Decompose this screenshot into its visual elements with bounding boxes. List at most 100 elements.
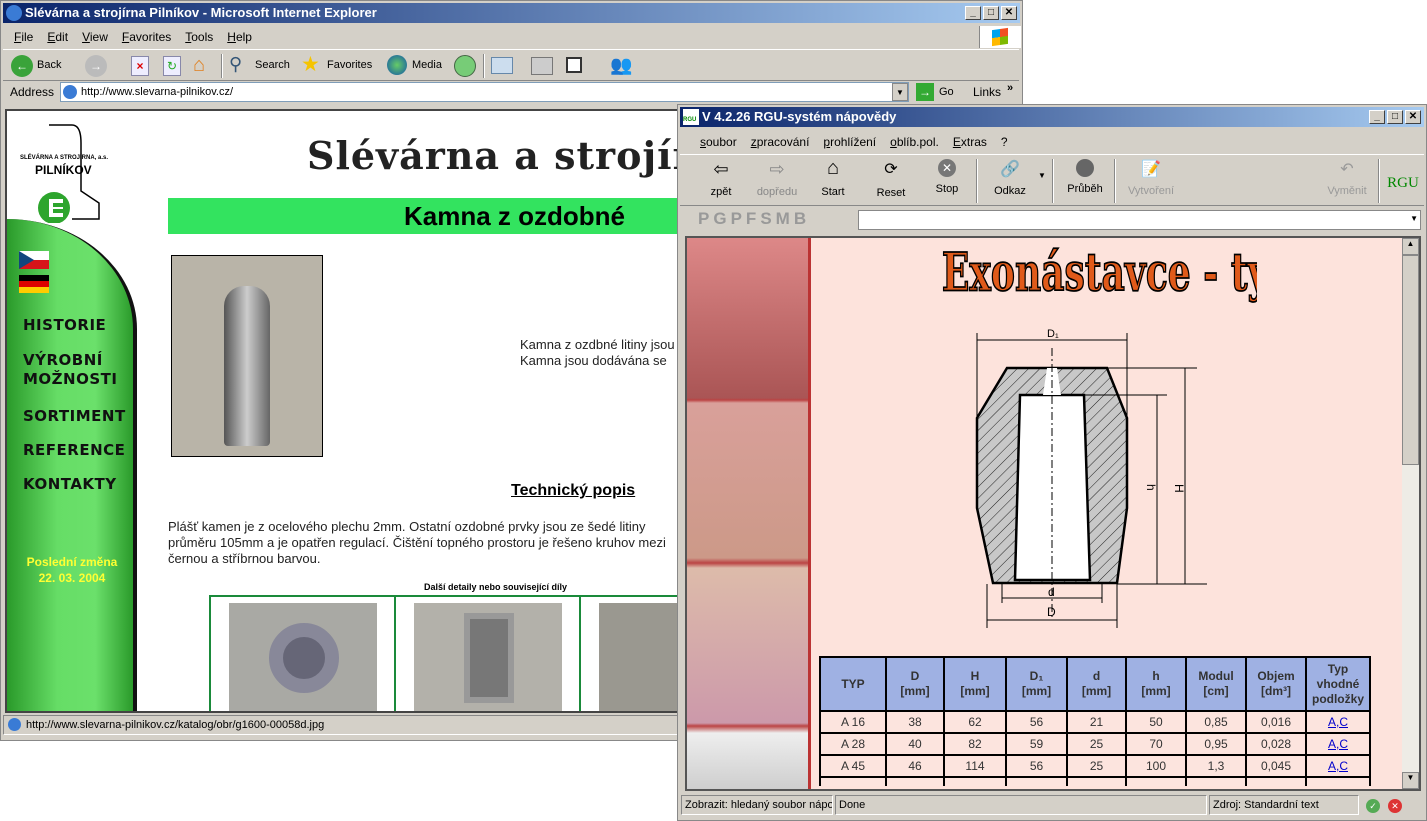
minimize-button[interactable]: _ [965, 6, 981, 20]
details-grid [209, 595, 729, 711]
nav-kontakty[interactable]: KONTAKTY [23, 475, 117, 494]
create-button[interactable]: 📝 Vytvoření [1120, 159, 1182, 197]
go-icon[interactable]: → [916, 83, 934, 101]
menu-prohlizeni[interactable]: prohlížení [823, 135, 876, 149]
menu-help[interactable]: Help [227, 30, 252, 44]
letter-s-button[interactable]: S [760, 209, 774, 229]
page-status-icon [8, 718, 21, 731]
letter-m-button[interactable]: M [776, 209, 793, 229]
edit-icon[interactable] [566, 57, 582, 73]
address-label: Address [10, 85, 55, 99]
back-button[interactable]: Back [37, 59, 61, 71]
maximize-button[interactable]: □ [983, 6, 999, 20]
address-input[interactable]: http://www.slevarna-pilnikov.cz/ ▼ [60, 82, 909, 102]
refresh-icon[interactable]: ↻ [163, 56, 181, 76]
back-button[interactable]: ⇦ zpět [698, 159, 744, 198]
favorites-button[interactable]: Favorites [327, 59, 372, 71]
back-icon[interactable]: ← [11, 55, 33, 77]
search-button[interactable]: Search [255, 59, 290, 71]
page-icon [63, 85, 77, 99]
intro-text: Kamna z ozdbné litiny jsou Kamna jsou dod… [520, 337, 675, 368]
error-status-icon[interactable]: ✕ [1388, 799, 1402, 813]
rgu-status-source: Zdroj: Standardní text [1209, 795, 1359, 815]
scrollbar[interactable]: ▲ ▼ [1402, 238, 1419, 789]
stop-icon[interactable]: × [131, 56, 149, 76]
search-icon[interactable]: ⚲ [229, 54, 242, 75]
ie-menu-bar: File Edit View Favorites Tools Help [14, 30, 266, 46]
nav-vyrobni-moznosti[interactable]: VÝROBNÍ MOŽNOSTI [23, 351, 133, 389]
menu-zpracovani[interactable]: zpracování [751, 135, 810, 149]
stove-image[interactable] [171, 255, 323, 457]
photo-strip [687, 238, 811, 789]
label-d1: D₁ [1047, 328, 1059, 340]
ie-title-bar: Slévárna a strojírna Pilníkov - Microsof… [3, 3, 1020, 23]
close-button[interactable]: ✕ [1405, 110, 1421, 124]
rgu-toolbar: ⇦ zpět ⇨ dopředu ⌂ Start ⟳ Reset ✕ Stop 🔗 Odka… [680, 154, 1424, 206]
letter-p-button[interactable]: P [731, 209, 745, 229]
nav-reference[interactable]: REFERENCE [23, 441, 125, 460]
thumbnail-image[interactable] [414, 603, 562, 711]
forward-icon[interactable]: → [85, 55, 107, 77]
menu-oblib-pol[interactable]: oblíb.pol. [890, 135, 939, 149]
home-icon[interactable]: ⌂ [193, 54, 205, 77]
letter-p-button[interactable]: P [698, 209, 712, 229]
minimize-button[interactable]: _ [1369, 110, 1385, 124]
label-H: H [1172, 484, 1186, 493]
progress-button[interactable]: Průběh [1060, 159, 1110, 195]
link-dropdown-icon[interactable]: ▼ [1038, 171, 1046, 180]
letter-g-button[interactable]: G [713, 209, 729, 229]
links-button[interactable]: Links [973, 85, 1001, 99]
messenger-icon[interactable]: 👥 [610, 55, 632, 76]
reset-button[interactable]: ⟳ Reset [868, 159, 914, 199]
favorites-icon[interactable]: ★ [301, 52, 320, 77]
create-icon: 📝 [1141, 161, 1161, 178]
flag-czech-icon[interactable] [19, 251, 49, 269]
nav-historie[interactable]: HISTORIE [23, 316, 106, 335]
letter-f-button[interactable]: F [746, 209, 759, 229]
media-button[interactable]: Media [412, 59, 442, 71]
rgu-menu-bar: soubor zpracování prohlížení oblíb.pol. Extr… [700, 135, 1022, 149]
menu-help[interactable]: ? [1001, 135, 1008, 149]
forward-icon: ⇨ [769, 159, 785, 179]
nav-sidebar [7, 219, 137, 711]
help-content: Exonástavce - typ A D₁ h H d D ▲ ▼ [685, 236, 1421, 791]
menu-extras[interactable]: Extras [953, 135, 987, 149]
print-icon[interactable] [531, 57, 553, 75]
stop-button[interactable]: ✕ Stop [924, 159, 970, 195]
maximize-button[interactable]: □ [1387, 110, 1403, 124]
chevron-icon[interactable]: » [1007, 82, 1013, 94]
mail-icon[interactable] [491, 57, 513, 74]
link-button[interactable]: 🔗 Odkaz [984, 159, 1036, 197]
menu-soubor[interactable]: soubor [700, 135, 737, 149]
logo-name-text: PILNÍKOV [35, 163, 92, 177]
menu-edit[interactable]: Edit [47, 30, 68, 44]
rgu-status-main: Done [835, 795, 1207, 815]
scroll-thumb[interactable] [1402, 255, 1419, 465]
history-icon[interactable] [454, 55, 476, 77]
scroll-down-button[interactable]: ▼ [1402, 772, 1419, 789]
address-dropdown[interactable]: ▼ [892, 83, 908, 101]
quick-letters-bar: PGPFSMB ▼ [680, 207, 1424, 233]
scroll-up-button[interactable]: ▲ [1402, 238, 1419, 255]
rgu-window: RGU V 4.2.26 RGU-systém nápovědy _ □ ✕ sou… [677, 104, 1427, 821]
nav-sortiment[interactable]: SORTIMENT [23, 407, 126, 426]
flag-german-icon[interactable] [19, 275, 49, 293]
start-button[interactable]: ⌂ Start [810, 157, 856, 198]
page-title-art: Exonástavce - typ A [941, 241, 1257, 304]
ie-logo-icon [6, 5, 22, 21]
topic-combobox[interactable]: ▼ [858, 210, 1421, 230]
close-button[interactable]: ✕ [1001, 6, 1017, 20]
menu-tools[interactable]: Tools [185, 30, 213, 44]
menu-favorites[interactable]: Favorites [122, 30, 171, 44]
media-icon[interactable] [387, 55, 407, 75]
letter-b-button[interactable]: B [794, 209, 809, 229]
label-h: h [1144, 484, 1158, 491]
go-button[interactable]: Go [939, 86, 954, 98]
replace-button[interactable]: ↶ Vyměnit [1320, 159, 1374, 197]
forward-button[interactable]: ⇨ dopředu [752, 159, 802, 198]
back-icon: ⇦ [713, 159, 729, 179]
menu-view[interactable]: View [82, 30, 108, 44]
thumbnail-image[interactable] [229, 603, 377, 711]
menu-file[interactable]: File [14, 30, 33, 44]
progress-icon [1076, 159, 1094, 177]
